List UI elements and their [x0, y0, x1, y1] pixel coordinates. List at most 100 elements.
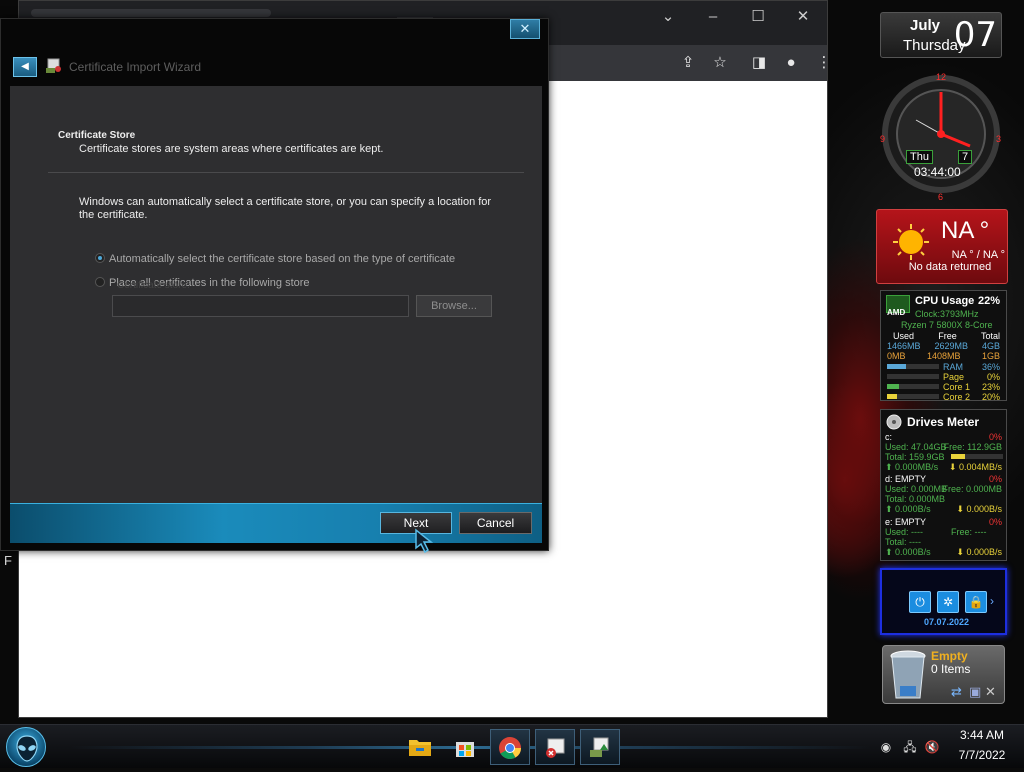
cpu-usage-gadget[interactable]: AMD CPU Usage 22% Clock:3793MHz Ryzen 7 …	[880, 290, 1007, 402]
mouse-cursor-icon	[415, 528, 434, 554]
drive-c-io: ⬆ 0.000MB/s ⬇ 0.004MB/s	[885, 462, 1002, 472]
clock-numeral-9: 9	[880, 134, 886, 144]
date-gadget[interactable]: July Thursday 07	[880, 12, 1002, 58]
taskbar: ◉ 🖧 🔇 3:44 AM 7/7/2022	[0, 724, 1024, 768]
drive-d-total: Total: 0.000MB	[885, 494, 946, 504]
certificate-manager-icon[interactable]	[535, 729, 575, 765]
browse-button[interactable]: Browse...	[416, 295, 492, 317]
recycle-bin-count: 0 Items	[931, 662, 971, 676]
page-bar: Page 0%	[887, 372, 1000, 382]
shortcut-date: 07.07.2022	[924, 617, 970, 627]
back-arrow-icon[interactable]: ◀	[13, 57, 37, 77]
cpu-usage-percent: 22%	[977, 295, 1000, 307]
amd-logo-icon: AMD	[887, 308, 906, 317]
recycle-empty-icon[interactable]: ▣	[969, 684, 981, 700]
core1-bar: Core 1 23%	[887, 382, 1000, 392]
wizard-close-button[interactable]: ✕	[510, 19, 540, 39]
shortcut-gadget: ⏻ ✲ 🔒 › 07.07.2022	[880, 568, 1007, 635]
clock-face-icon	[882, 75, 1000, 193]
radio-label-auto: Automatically select the certificate sto…	[109, 253, 456, 265]
drive-d-name: d: EMPTY 0%	[885, 474, 1002, 484]
core2-bar: Core 2 20%	[887, 392, 1000, 402]
ram-bar: RAM 36%	[887, 362, 1000, 372]
browser-toolbar: ⇪ ☆ ◨ ● ⋮	[549, 45, 832, 81]
certificate-store-input[interactable]	[112, 295, 409, 317]
taskbar-clock-time[interactable]: 3:44 AM	[944, 728, 1020, 742]
maximize-icon[interactable]: ☐	[745, 7, 771, 27]
page-row: 0MB 1408MB 1GB	[887, 351, 1000, 361]
close-icon[interactable]: ✕	[790, 7, 816, 27]
settings-tools-icon[interactable]: ✕	[985, 684, 996, 700]
intro-text: Windows can automatically select a certi…	[79, 196, 492, 221]
clock-numeral-3: 3	[996, 134, 1002, 144]
drives-title: Drives Meter	[907, 415, 980, 429]
certificate-import-wizard: ✕ ◀ Certificate Import Wizard Certificat…	[0, 18, 549, 551]
drive-icon	[886, 414, 902, 430]
drives-meter-gadget[interactable]: Drives Meter c: 0% Used: 47.04GB Free: 112…	[880, 409, 1007, 561]
drive-e-total: Total: ----	[885, 537, 921, 547]
weather-gadget[interactable]: NA ° NA ° / NA ° No data returned	[876, 209, 1008, 284]
section-title: Certificate Store	[58, 130, 136, 141]
clock-time: 03:44:00	[914, 165, 961, 179]
start-button[interactable]	[6, 727, 46, 767]
side-panel-icon[interactable]: ◨	[750, 54, 768, 72]
certificate-wizard-icon[interactable]	[580, 729, 620, 765]
cpu-clock: Clock:3793MHz	[915, 309, 979, 319]
recycle-bin-icon	[890, 650, 926, 699]
radio-button[interactable]	[95, 277, 105, 287]
wizard-footer: Next Cancel	[10, 503, 542, 543]
recycle-bin-state: Empty	[931, 649, 968, 663]
share-icon[interactable]: ⇪	[679, 54, 697, 72]
drive-d-io: ⬆ 0.000B/s ⬇ 0.000B/s	[885, 504, 1002, 514]
cancel-button[interactable]: Cancel	[459, 512, 532, 534]
weather-message: No data returned	[908, 261, 992, 273]
certificate-icon	[46, 58, 61, 73]
wizard-title: Certificate Import Wizard	[69, 60, 202, 74]
clock-gadget[interactable]: 12 3 6 9 Thu 7 03:44:00	[878, 68, 1004, 202]
clock-numeral-6: 6	[938, 192, 944, 202]
cpu-model: Ryzen 7 5800X 8-Core	[901, 320, 993, 330]
alien-start-icon	[16, 735, 38, 762]
store-label: Certificate store:	[117, 280, 190, 291]
drive-e-name: e: EMPTY 0%	[885, 517, 1002, 527]
tab-search-chevron-icon[interactable]: ⌄	[655, 7, 681, 27]
weather-range: NA ° / NA °	[951, 249, 1005, 261]
wizard-content: Certificate Store Certificate stores are…	[10, 86, 542, 503]
recycle-bin-gadget[interactable]: Empty 0 Items ⇄ ▣ ✕	[882, 645, 1005, 704]
radio-button-selected[interactable]	[95, 253, 105, 263]
drive-e-io: ⬆ 0.000B/s ⬇ 0.000B/s	[885, 547, 1002, 557]
restart-icon[interactable]: ✲	[937, 591, 959, 613]
menu-dots-icon[interactable]: ⋮	[815, 54, 833, 72]
section-description: Certificate stores are system areas wher…	[79, 143, 384, 155]
lock-icon[interactable]: 🔒	[965, 591, 987, 613]
cpu-headers: Used Free Total	[893, 331, 1000, 341]
drive-c-name: c: 0%	[885, 432, 1002, 442]
chrome-icon[interactable]	[490, 729, 530, 765]
network-icon[interactable]: 🖧	[902, 739, 918, 755]
cpu-title: CPU Usage	[915, 295, 975, 307]
profile-icon[interactable]: ●	[782, 54, 800, 72]
radio-auto-select[interactable]: Automatically select the certificate sto…	[95, 253, 455, 265]
drive-c-total: Total: 159.9GB	[885, 452, 1003, 462]
weather-temperature: NA °	[941, 217, 990, 244]
bookmark-star-icon[interactable]: ☆	[711, 54, 729, 72]
clock-numeral-12: 12	[936, 72, 947, 82]
date-day-number: 07	[953, 15, 997, 55]
desktop-edge-letter: F	[4, 553, 12, 568]
recycle-refresh-icon[interactable]: ⇄	[951, 684, 962, 700]
chevron-right-icon[interactable]: ›	[990, 594, 994, 608]
ram-row: 1466MB 2629MB 4GB	[887, 341, 1000, 351]
clock-day-badge: Thu	[906, 150, 933, 164]
drive-d-used: Used: 0.000MB Free: 0.000MB	[885, 484, 1002, 494]
speaker-muted-icon[interactable]: 🔇	[924, 739, 940, 755]
file-explorer-icon[interactable]	[400, 729, 440, 765]
microsoft-store-icon[interactable]	[445, 729, 485, 765]
network-globe-icon[interactable]: ◉	[878, 739, 894, 755]
drive-e-used: Used: ---- Free: ----	[885, 527, 987, 537]
taskbar-clock-date[interactable]: 7/7/2022	[944, 748, 1020, 762]
browser-tab[interactable]	[31, 9, 271, 17]
power-icon[interactable]: ⏻	[909, 591, 931, 613]
minimize-icon[interactable]: –	[700, 7, 726, 27]
clock-date-badge: 7	[958, 150, 973, 164]
divider	[48, 172, 524, 173]
